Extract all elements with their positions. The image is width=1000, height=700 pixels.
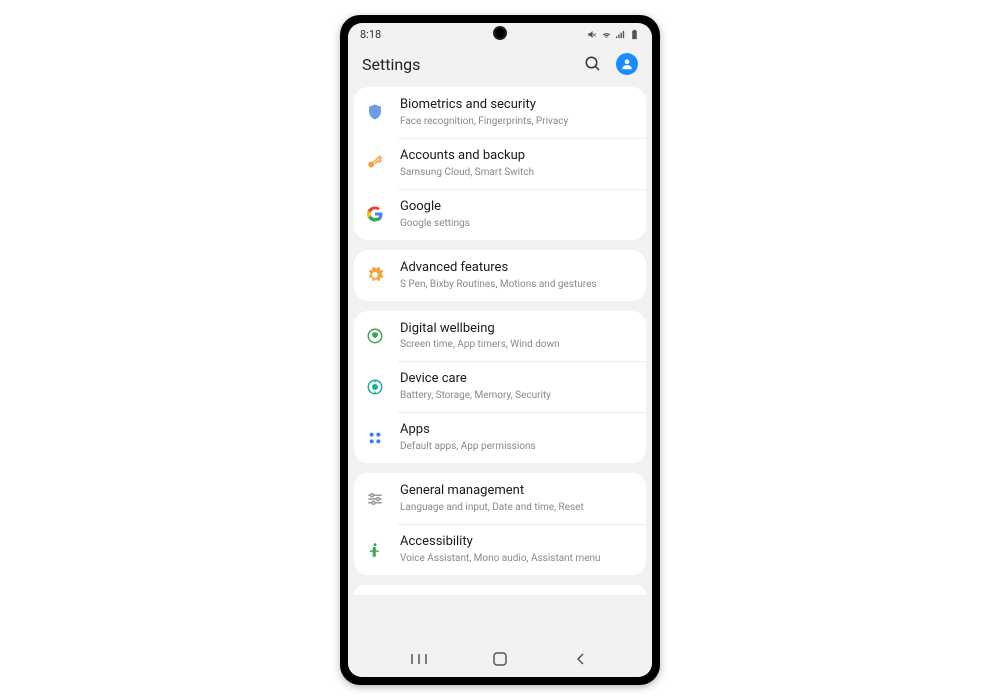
mute-icon bbox=[587, 29, 598, 40]
status-icons bbox=[587, 29, 640, 40]
battery-icon bbox=[629, 29, 640, 40]
nav-recents[interactable] bbox=[399, 652, 439, 666]
item-subtitle: Language and input, Date and time, Reset bbox=[400, 501, 634, 514]
settings-item-accessibility[interactable]: Accessibility Voice Assistant, Mono audi… bbox=[354, 524, 646, 575]
header: Settings bbox=[348, 45, 652, 87]
settings-card: Advanced features S Pen, Bixby Routines,… bbox=[354, 250, 646, 301]
sliders-icon bbox=[364, 488, 386, 510]
page-title: Settings bbox=[362, 55, 420, 74]
item-subtitle: Voice Assistant, Mono audio, Assistant m… bbox=[400, 552, 634, 565]
nav-bar bbox=[348, 641, 652, 677]
item-text: Apps Default apps, App permissions bbox=[400, 422, 634, 453]
settings-item-general[interactable]: General management Language and input, D… bbox=[354, 473, 646, 524]
settings-card: General management Language and input, D… bbox=[354, 473, 646, 575]
item-subtitle: S Pen, Bixby Routines, Motions and gestu… bbox=[400, 278, 634, 291]
item-subtitle: Google settings bbox=[400, 217, 634, 230]
item-title: Device care bbox=[400, 371, 634, 388]
nav-back[interactable] bbox=[561, 652, 601, 666]
item-text: Google Google settings bbox=[400, 199, 634, 230]
item-text: General management Language and input, D… bbox=[400, 483, 634, 514]
item-title: Apps bbox=[400, 422, 634, 439]
wifi-icon bbox=[601, 29, 612, 40]
search-icon[interactable] bbox=[584, 55, 602, 73]
signal-icon bbox=[615, 29, 626, 40]
item-title: Accessibility bbox=[400, 534, 634, 551]
profile-button[interactable] bbox=[616, 53, 638, 75]
google-icon bbox=[364, 203, 386, 225]
settings-card: Biometrics and security Face recognition… bbox=[354, 87, 646, 240]
settings-item-google[interactable]: Google Google settings bbox=[354, 189, 646, 240]
item-title: General management bbox=[400, 483, 634, 500]
nav-home[interactable] bbox=[480, 651, 520, 667]
item-subtitle: Default apps, App permissions bbox=[400, 440, 634, 453]
item-title: Accounts and backup bbox=[400, 148, 634, 165]
apps-icon bbox=[364, 427, 386, 449]
settings-item-devicecare[interactable]: Device care Battery, Storage, Memory, Se… bbox=[354, 361, 646, 412]
phone-frame: 8:18 Settings Biometrics and security Fa bbox=[340, 15, 660, 685]
item-subtitle: Samsung Cloud, Smart Switch bbox=[400, 166, 634, 179]
item-text: Digital wellbeing Screen time, App timer… bbox=[400, 321, 634, 352]
shield-icon bbox=[364, 101, 386, 123]
front-camera bbox=[493, 26, 507, 40]
item-subtitle: Battery, Storage, Memory, Security bbox=[400, 389, 634, 402]
item-text: Accessibility Voice Assistant, Mono audi… bbox=[400, 534, 634, 565]
item-subtitle: Face recognition, Fingerprints, Privacy bbox=[400, 115, 634, 128]
status-time: 8:18 bbox=[360, 28, 381, 41]
settings-item-advanced[interactable]: Advanced features S Pen, Bixby Routines,… bbox=[354, 250, 646, 301]
item-text: Device care Battery, Storage, Memory, Se… bbox=[400, 371, 634, 402]
wellbeing-icon bbox=[364, 325, 386, 347]
item-text: Biometrics and security Face recognition… bbox=[400, 97, 634, 128]
item-title: Biometrics and security bbox=[400, 97, 634, 114]
screen: 8:18 Settings Biometrics and security Fa bbox=[348, 23, 652, 677]
settings-item-biometrics[interactable]: Biometrics and security Face recognition… bbox=[354, 87, 646, 138]
item-title: Google bbox=[400, 199, 634, 216]
key-icon bbox=[364, 152, 386, 174]
settings-item-accounts[interactable]: Accounts and backup Samsung Cloud, Smart… bbox=[354, 138, 646, 189]
settings-item-wellbeing[interactable]: Digital wellbeing Screen time, App timer… bbox=[354, 311, 646, 362]
devicecare-icon bbox=[364, 376, 386, 398]
settings-card: Digital wellbeing Screen time, App timer… bbox=[354, 311, 646, 464]
settings-item-apps[interactable]: Apps Default apps, App permissions bbox=[354, 412, 646, 463]
settings-list[interactable]: Biometrics and security Face recognition… bbox=[348, 87, 652, 641]
item-text: Advanced features S Pen, Bixby Routines,… bbox=[400, 260, 634, 291]
item-text: Accounts and backup Samsung Cloud, Smart… bbox=[400, 148, 634, 179]
gear-icon bbox=[364, 264, 386, 286]
next-card-peek bbox=[354, 585, 646, 595]
item-title: Digital wellbeing bbox=[400, 321, 634, 338]
person-icon bbox=[364, 539, 386, 561]
item-subtitle: Screen time, App timers, Wind down bbox=[400, 338, 634, 351]
item-title: Advanced features bbox=[400, 260, 634, 277]
person-icon bbox=[620, 57, 634, 71]
